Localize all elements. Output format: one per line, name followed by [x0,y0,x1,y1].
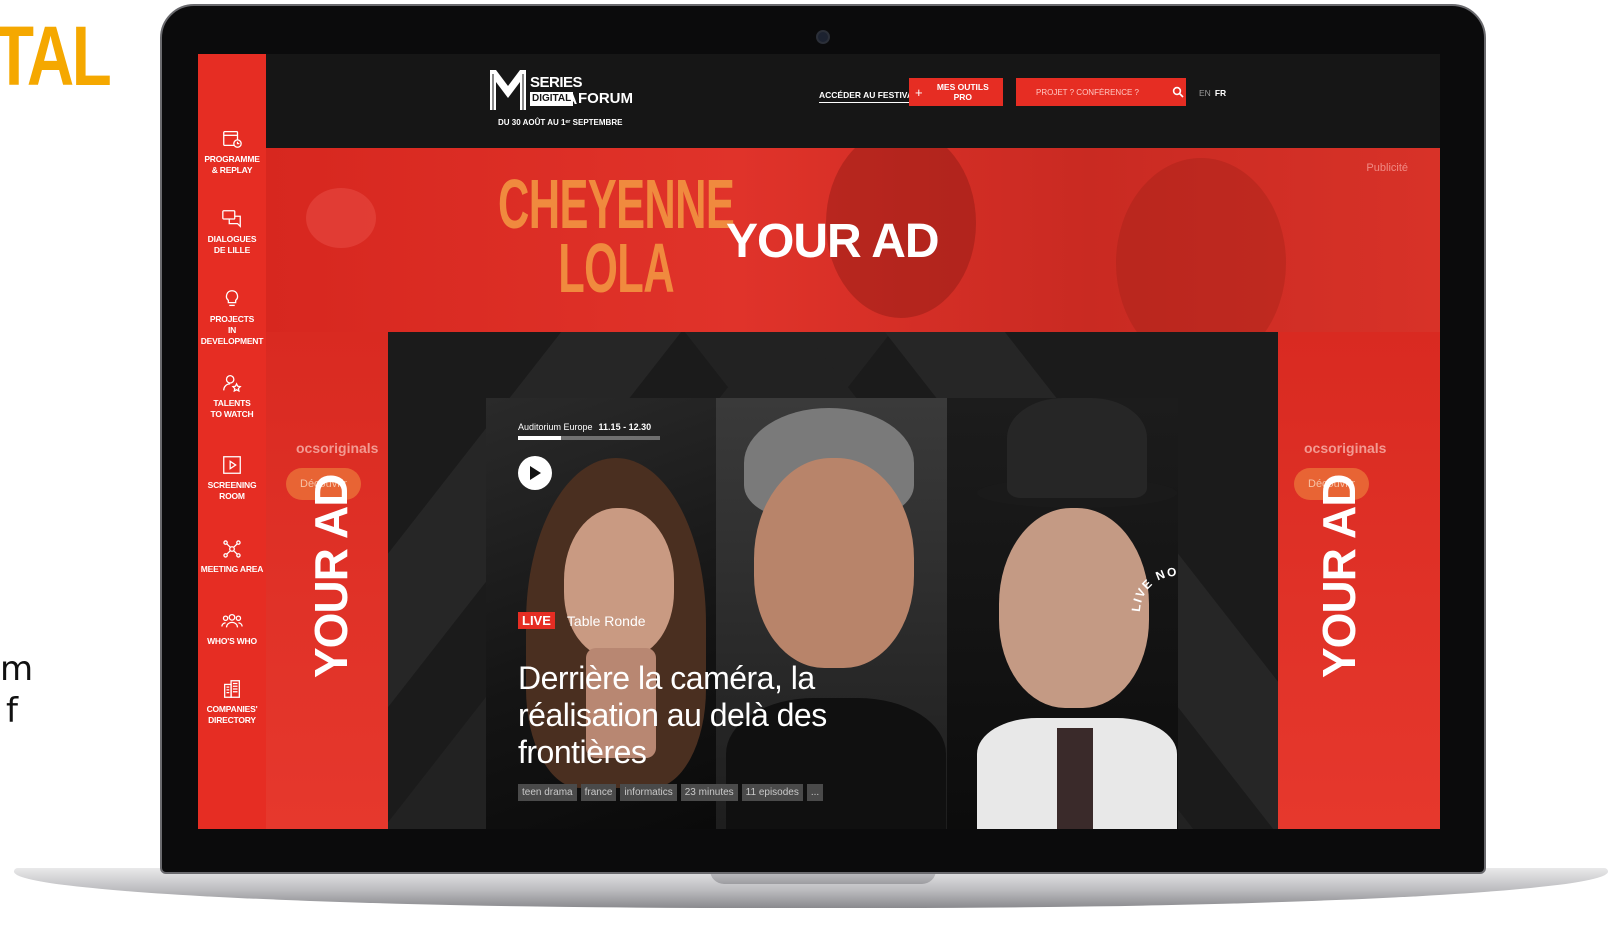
webcam [816,30,830,44]
video-player[interactable]: Auditorium Europe 11.15 - 12.30 LIVE Tabl… [486,398,1178,829]
sidebar-item-label: TALENTS TO WATCH [210,398,254,419]
session-tags: teen drama france informatics 23 minutes… [518,784,824,801]
sidebar-item-projects[interactable]: PROJECTS IN DEVELOPMENT [198,288,266,347]
tag[interactable]: france [580,784,617,801]
festival-dates: DU 30 AOÛT AU 1ᵉʳ SEPTEMBRE [498,118,623,127]
person-star-icon [223,375,242,393]
top-header: SERIES MANIA DIGITAL FORUM DU 30 AOÛT AU… [266,54,1440,148]
access-festival-link[interactable]: ACCÉDER AU FESTIVAL [819,90,919,103]
search-input[interactable] [1034,86,1168,98]
tag[interactable]: informatics [620,784,677,801]
svg-text:LIVE NOW LIVE NOW: LIVE NOW LIVE NOW [1129,565,1178,650]
side-ad-text: YOUR AD [305,474,357,678]
logo-digital: DIGITAL [530,92,574,106]
series-mania-m-logo [490,70,526,110]
people-icon [221,613,243,628]
progress-fill [518,436,561,440]
calendar-icon [223,131,242,148]
live-badge: LIVE [518,612,555,629]
sidebar-item-label: PROJECTS IN DEVELOPMENT [200,314,264,346]
chat-bubbles-icon [222,210,241,228]
sidebar-item-dialogues[interactable]: DIALOGUES DE LILLE [198,208,266,256]
ad-brand: ocsoriginals [296,440,379,456]
slide-text-line: m [0,649,34,689]
laptop-screen: PROGRAMME & REPLAY DIALOGUES DE LILLE PR… [198,54,1440,829]
ad-label: Publicité [1366,162,1408,174]
language-switcher: EN FR [1199,88,1226,98]
sidebar-item-companies[interactable]: COMPANIES' DIRECTORY [198,678,266,726]
search-bar [1016,78,1186,106]
sidebar-item-programme[interactable]: PROGRAMME & REPLAY [198,128,266,176]
pro-tools-label: MES OUTILS PRO [936,82,989,102]
tag-more[interactable]: ... [806,784,824,801]
sidebar: PROGRAMME & REPLAY DIALOGUES DE LILLE PR… [198,54,266,829]
slide-title-fragment: TAL [0,9,112,103]
lang-fr[interactable]: FR [1215,88,1226,98]
sidebar-item-meeting[interactable]: MEETING AREA [198,538,266,575]
tag[interactable]: 23 minutes [680,784,738,801]
session-title: Derrière la caméra, la réalisation au de… [518,660,827,770]
search-icon[interactable] [1172,86,1184,98]
slide-text-fragment: m f [0,648,33,732]
live-stage: Auditorium Europe 11.15 - 12.30 LIVE Tabl… [388,332,1278,829]
sidebar-item-whos-who[interactable]: WHO'S WHO [198,610,266,647]
pro-tools-button[interactable]: + MES OUTILS PRO [909,78,1003,106]
lightbulb-icon [225,290,239,307]
session-room: Auditorium Europe 11.15 - 12.30 [518,422,651,432]
left-side-ad[interactable]: ocsoriginals Découvrir YOUR AD [266,332,388,829]
side-ad-text: YOUR AD [1313,474,1365,678]
sidebar-item-label: PROGRAMME & REPLAY [204,154,260,175]
tag[interactable]: teen drama [518,784,577,801]
session-category: Table Ronde [566,612,646,629]
logo-forum: FORUM [578,90,633,107]
sidebar-item-label: MEETING AREA [200,564,264,574]
network-icon [223,540,241,558]
play-square-icon [223,456,241,474]
live-now-ring: LIVE NOW LIVE NOW [1129,565,1178,650]
banner-show-title: CHEYENNE LOLA [498,165,735,307]
live-ring-text: LIVE NOW LIVE NOW [1129,565,1178,650]
banner-ad-text: YOUR AD [726,215,940,268]
banner-show-title-2: LOLA [558,229,674,307]
right-side-ad[interactable]: ocsoriginals Découvrir YOUR AD [1278,332,1440,829]
series-mania-logo[interactable]: SERIES MANIA DIGITAL FORUM DU 30 AOÛT AU… [490,70,633,134]
sidebar-item-label: COMPANIES' DIRECTORY [206,704,258,725]
sidebar-item-talents[interactable]: TALENTS TO WATCH [198,372,266,420]
banner-show-title-1: CHEYENNE [498,165,735,243]
ad-brand: ocsoriginals [1304,440,1387,456]
play-button[interactable] [518,456,552,490]
banner-ad[interactable]: CHEYENNE LOLA YOUR AD Publicité [266,148,1440,332]
sidebar-item-screening[interactable]: SCREENING ROOM [198,454,266,502]
play-icon [530,466,541,480]
sidebar-item-label: SCREENING ROOM [207,480,257,501]
session-progress [518,436,660,440]
lang-en[interactable]: EN [1199,88,1211,98]
sidebar-item-label: DIALOGUES DE LILLE [207,234,257,255]
slide-text-line: f [6,691,18,731]
plus-icon: + [915,84,923,100]
tag[interactable]: 11 episodes [741,784,803,801]
live-row: LIVE Table Ronde [518,612,646,629]
sidebar-item-label: WHO'S WHO [207,636,257,646]
buildings-icon [224,680,240,698]
room-name: Auditorium Europe [518,422,593,432]
session-time: 11.15 - 12.30 [598,422,652,432]
